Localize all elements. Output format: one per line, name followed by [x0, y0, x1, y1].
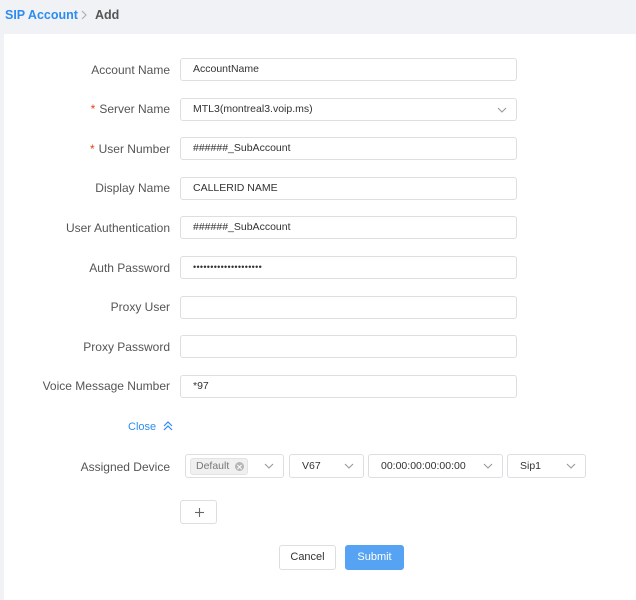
- device-line-value: Sip1: [520, 460, 542, 472]
- proxy-password-label: Proxy Password: [83, 340, 170, 354]
- device-tag-label: Default: [196, 460, 230, 472]
- user-number-input[interactable]: ######_SubAccount: [180, 137, 517, 160]
- breadcrumb-current: Add: [95, 8, 120, 22]
- close-link-label: Close: [128, 421, 157, 433]
- chevron-down-icon: [343, 460, 355, 472]
- account-name-label: Account Name: [91, 63, 170, 77]
- user-authentication-input[interactable]: ######_SubAccount: [180, 216, 517, 239]
- device-group-select[interactable]: Default: [185, 454, 284, 478]
- double-chevron-up-icon: [162, 420, 174, 432]
- breadcrumb-sip-account-link[interactable]: SIP Account: [5, 8, 78, 22]
- required-asterisk: *: [89, 142, 95, 156]
- proxy-user-input[interactable]: [180, 296, 517, 319]
- user-authentication-label: User Authentication: [65, 221, 170, 235]
- proxy-user-label: Proxy User: [110, 300, 170, 314]
- submit-button[interactable]: Submit: [345, 545, 404, 570]
- device-model-select[interactable]: V67: [289, 454, 364, 478]
- server-name-value: MTL3(montreal3.voip.ms): [193, 103, 313, 115]
- device-mac-select[interactable]: 00:00:00:00:00:00: [368, 454, 503, 478]
- cancel-button[interactable]: Cancel: [279, 545, 336, 570]
- device-line-select[interactable]: Sip1: [507, 454, 586, 478]
- required-asterisk: *: [90, 102, 96, 116]
- plus-icon: [195, 508, 204, 517]
- add-device-button[interactable]: [180, 500, 217, 524]
- auth-password-input[interactable]: ••••••••••••••••••••: [180, 256, 517, 279]
- chevron-down-icon: [482, 460, 494, 472]
- server-name-select[interactable]: MTL3(montreal3.voip.ms): [180, 98, 517, 121]
- display-name-label: Display Name: [95, 181, 170, 195]
- device-model-value: V67: [302, 460, 321, 472]
- tag-remove-icon[interactable]: [235, 462, 244, 471]
- chevron-right-icon: [79, 9, 89, 21]
- account-name-input[interactable]: AccountName: [180, 58, 517, 81]
- user-number-label: * User Number: [89, 142, 170, 156]
- proxy-password-input[interactable]: [180, 335, 517, 358]
- chevron-down-icon: [496, 104, 508, 116]
- voice-message-number-label: Voice Message Number: [42, 379, 170, 393]
- chevron-down-icon: [263, 460, 275, 472]
- auth-password-label: Auth Password: [89, 261, 170, 275]
- device-tag: Default: [190, 458, 248, 475]
- breadcrumb: SIP Account Add: [0, 0, 636, 32]
- device-mac-value: 00:00:00:00:00:00: [381, 460, 466, 472]
- voice-message-number-input[interactable]: *97: [180, 375, 517, 398]
- chevron-down-icon: [565, 460, 577, 472]
- display-name-input[interactable]: CALLERID NAME: [180, 177, 517, 200]
- server-name-label: * Server Name: [90, 102, 170, 116]
- assigned-device-label: Assigned Device: [80, 460, 170, 474]
- close-advanced-link[interactable]: Close: [128, 420, 174, 434]
